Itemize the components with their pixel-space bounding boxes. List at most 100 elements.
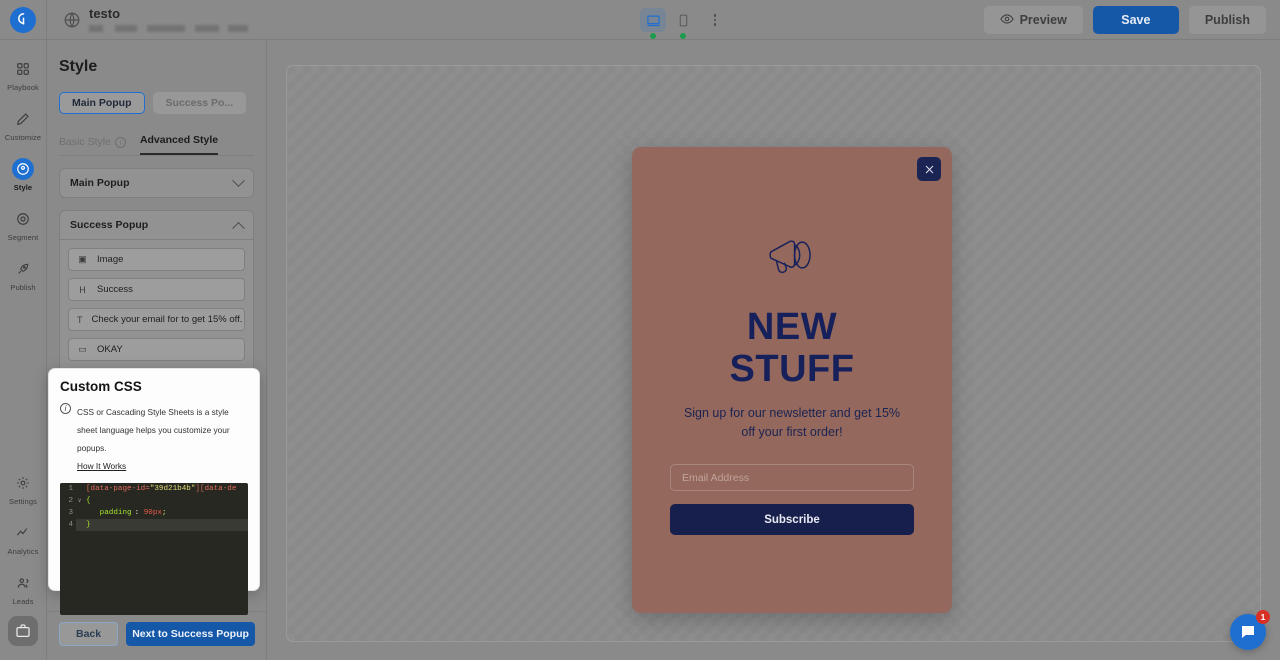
how-it-works-link[interactable]: How It Works bbox=[77, 461, 126, 471]
top-bar: testo Preview Save Publish bbox=[0, 0, 1280, 40]
list-item[interactable]: ▣ Image bbox=[68, 248, 245, 271]
custom-css-title: Custom CSS bbox=[60, 379, 142, 394]
heading-icon: H bbox=[79, 284, 86, 295]
chat-widget[interactable]: 1 bbox=[1230, 610, 1270, 650]
layer-label: OKAY bbox=[97, 344, 123, 355]
back-button[interactable]: Back bbox=[59, 622, 119, 646]
segment-success-popup[interactable]: Success Po... bbox=[152, 92, 247, 114]
code-line: 2 ∨{ bbox=[60, 495, 248, 507]
rail-label-segment: Segment bbox=[7, 233, 39, 242]
rail-item-analytics[interactable]: Analytics bbox=[0, 516, 47, 558]
rail-item-style[interactable]: Style bbox=[0, 152, 47, 194]
text-icon: T bbox=[77, 314, 83, 325]
app-root: testo Preview Save Publish Playbook Cust… bbox=[0, 0, 1280, 660]
publish-button[interactable]: Publish bbox=[1188, 6, 1266, 34]
canvas-frame: NEW STUFF Sign up for our newsletter and… bbox=[286, 65, 1261, 642]
chat-unread-badge: 1 bbox=[1256, 610, 1270, 624]
popup-preview: NEW STUFF Sign up for our newsletter and… bbox=[632, 147, 952, 613]
rail-item-leads[interactable]: Leads bbox=[0, 566, 47, 608]
rail-item-customize[interactable]: Customize bbox=[0, 102, 47, 144]
email-field[interactable] bbox=[670, 464, 914, 491]
style-tabs: Basic Style i Advanced Style bbox=[59, 134, 266, 155]
layer-label: Image bbox=[97, 254, 124, 265]
document-title: testo bbox=[89, 6, 121, 21]
top-actions: Preview Save Publish bbox=[983, 6, 1266, 34]
next-to-success-popup-button[interactable]: Next to Success Popup bbox=[126, 622, 255, 646]
rail-label-style: Style bbox=[13, 183, 33, 192]
tab-basic-style[interactable]: Basic Style i bbox=[59, 136, 126, 155]
rail-label-settings: Settings bbox=[9, 497, 37, 506]
line-number: 4 bbox=[60, 519, 76, 531]
rail-label-analytics: Analytics bbox=[7, 547, 39, 556]
eye-icon bbox=[999, 12, 1014, 29]
css-code-editor[interactable]: 1 [data-page-id="39d21b4b"][data-de 2 ∨{3 p… bbox=[60, 483, 248, 615]
code-fold-toggle[interactable]: ∨ bbox=[76, 495, 83, 507]
megaphone-icon bbox=[764, 231, 820, 284]
rail-label-playbook: Playbook bbox=[7, 83, 39, 92]
page-title: Style bbox=[59, 58, 98, 75]
desktop-status-dot bbox=[650, 33, 656, 39]
rocket-icon bbox=[12, 258, 34, 280]
segment-main-popup[interactable]: Main Popup bbox=[59, 92, 145, 114]
custom-css-card: Custom CSS i CSS or Cascading Style Shee… bbox=[48, 368, 260, 615]
code-line: 1 [data-page-id="39d21b4b"][data-de bbox=[60, 483, 248, 495]
accordion-main-popup-header[interactable]: Main Popup bbox=[60, 169, 253, 197]
more-options-icon[interactable] bbox=[706, 8, 724, 32]
preview-canvas: NEW STUFF Sign up for our newsletter and… bbox=[268, 40, 1280, 660]
accordion-main-popup-title: Main Popup bbox=[70, 177, 130, 189]
briefcase-icon[interactable] bbox=[8, 616, 38, 646]
accordion-success-popup-title: Success Popup bbox=[70, 219, 149, 231]
info-icon[interactable]: i bbox=[114, 136, 126, 148]
rail-label-leads: Leads bbox=[12, 597, 34, 606]
code-content: [data-page-id="39d21b4b"][data-de bbox=[86, 485, 237, 493]
tab-basic-style-label: Basic Style bbox=[59, 136, 111, 148]
rail-item-segment[interactable]: Segment bbox=[0, 202, 47, 244]
code-content: padding: 90px; bbox=[86, 509, 167, 517]
line-number: 3 bbox=[60, 507, 76, 519]
code-line: 4} bbox=[60, 519, 248, 531]
custom-css-description: CSS or Cascading Style Sheets is a style… bbox=[77, 407, 230, 453]
grid-icon bbox=[12, 58, 34, 80]
chevron-up-icon bbox=[232, 221, 245, 235]
info-icon: i bbox=[60, 403, 71, 414]
document-info[interactable]: testo bbox=[63, 7, 248, 32]
popup-heading-line2: STUFF bbox=[729, 348, 855, 390]
code-content: } bbox=[86, 521, 91, 529]
list-item[interactable]: H Success bbox=[68, 278, 245, 301]
desktop-view-button[interactable] bbox=[640, 8, 666, 39]
palette-icon bbox=[12, 158, 34, 180]
mobile-status-dot bbox=[680, 33, 686, 39]
list-item[interactable]: T Check your email for to get 15% off. bbox=[68, 308, 245, 331]
code-content: { bbox=[86, 497, 91, 505]
document-subtitle-redacted bbox=[89, 25, 248, 32]
left-rail: Playbook Customize Style Segment Publish… bbox=[0, 40, 47, 660]
rail-item-publish[interactable]: Publish bbox=[0, 252, 47, 294]
people-icon bbox=[12, 572, 34, 594]
list-item[interactable]: ▭ OKAY bbox=[68, 338, 245, 361]
button-icon: ▭ bbox=[78, 344, 87, 354]
panel-footer: Back Next to Success Popup bbox=[47, 611, 266, 660]
accordion-success-popup-header[interactable]: Success Popup bbox=[60, 211, 253, 239]
preview-button[interactable]: Preview bbox=[983, 6, 1083, 34]
preview-label: Preview bbox=[1019, 13, 1067, 27]
rail-item-settings[interactable]: Settings bbox=[0, 466, 47, 508]
app-logo[interactable] bbox=[0, 0, 47, 40]
accordion-main-popup: Main Popup bbox=[59, 168, 254, 198]
code-line: 3 padding: 90px; bbox=[60, 507, 248, 519]
subscribe-button[interactable]: Subscribe bbox=[670, 504, 914, 535]
line-number: 2 bbox=[60, 495, 76, 507]
popup-heading-line1: NEW bbox=[746, 306, 838, 348]
tab-advanced-style[interactable]: Advanced Style bbox=[139, 134, 219, 155]
mobile-view-button[interactable] bbox=[670, 8, 696, 39]
rail-item-playbook[interactable]: Playbook bbox=[0, 52, 47, 94]
device-switcher bbox=[640, 0, 724, 40]
globe-icon bbox=[63, 11, 81, 29]
popup-subtext: Sign up for our newsletter and get 15% o… bbox=[683, 406, 901, 439]
close-icon[interactable] bbox=[917, 157, 941, 181]
rail-label-customize: Customize bbox=[4, 133, 42, 142]
save-button[interactable]: Save bbox=[1092, 6, 1179, 34]
accordion-success-popup: Success Popup ▣ Image H Success T Check … bbox=[59, 210, 254, 372]
success-popup-layers: ▣ Image H Success T Check your email for… bbox=[60, 239, 253, 371]
rail-label-publish: Publish bbox=[10, 283, 36, 292]
logo-icon bbox=[10, 6, 36, 33]
